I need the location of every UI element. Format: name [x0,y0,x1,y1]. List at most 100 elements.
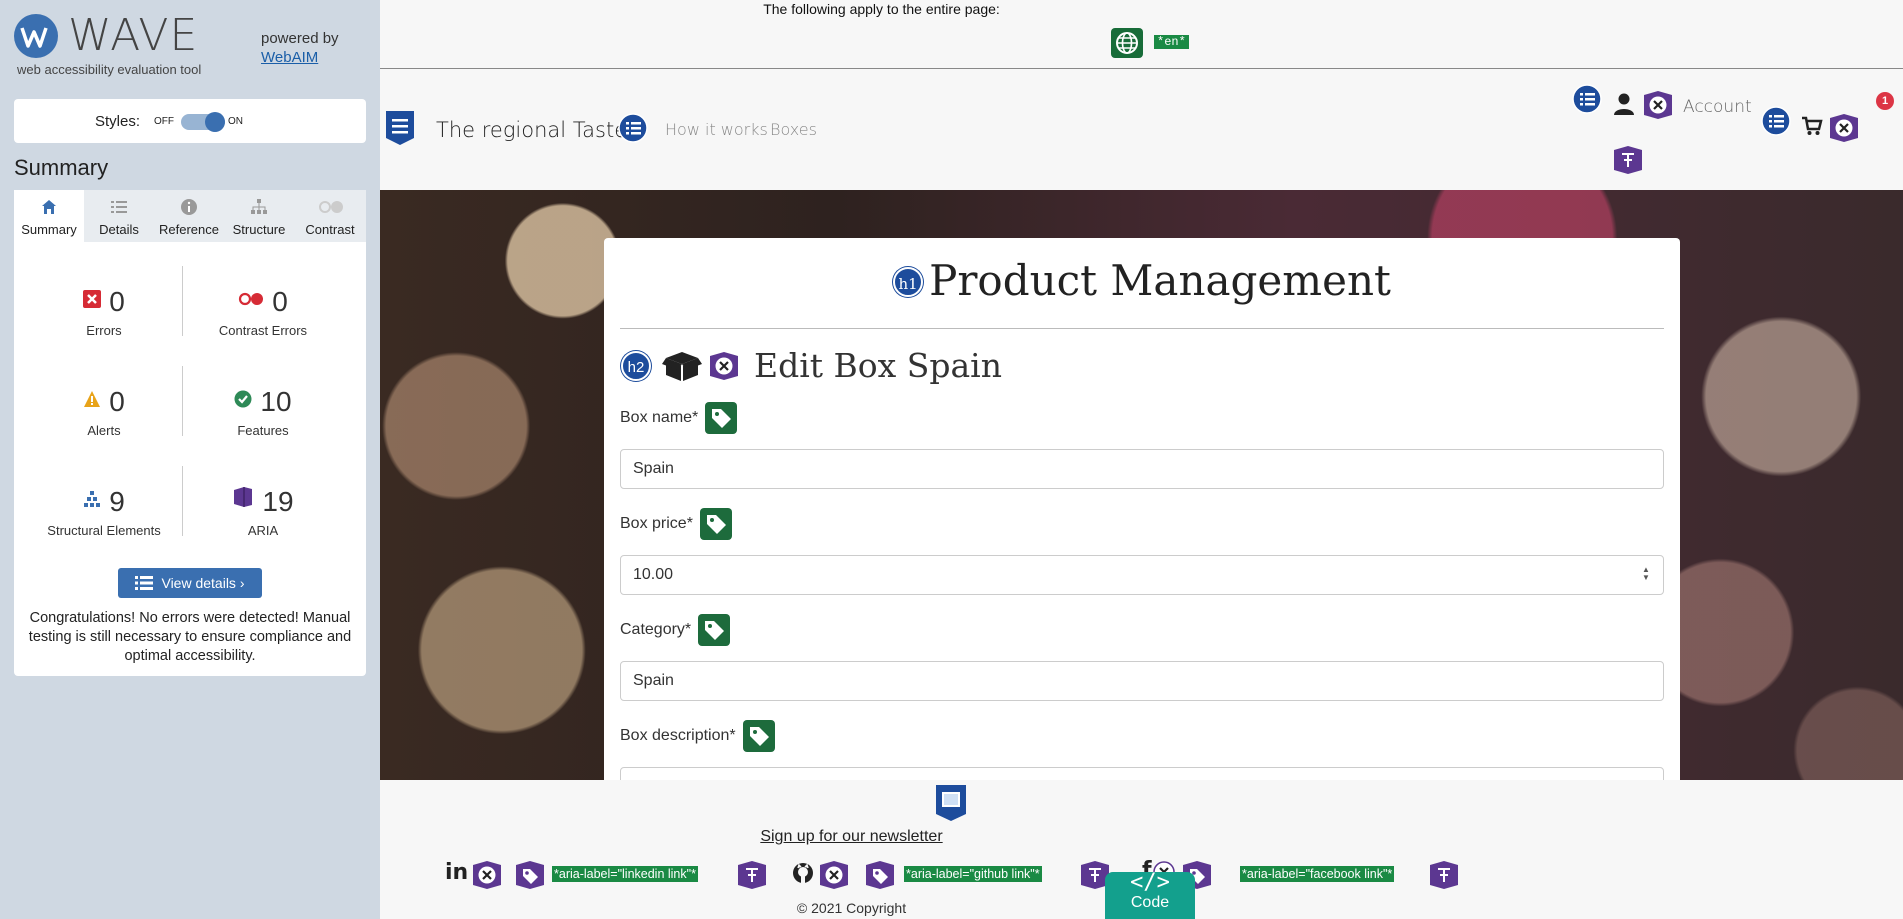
tab-contrast[interactable]: Contrast [294,190,366,242]
view-details-label: View details › [161,575,245,591]
tab-reference[interactable]: Reference [154,190,224,242]
powered-by-text: powered by [261,30,339,47]
stat-features[interactable]: 10 Features [188,384,338,438]
label-tag-icon[interactable] [698,614,730,646]
tab-summary[interactable]: Summary [14,190,84,242]
aria-hidden-icon[interactable] [1828,113,1860,143]
cart-count-badge: 1 [1876,92,1894,110]
h1-badge-icon[interactable]: h1 [893,267,924,297]
page-heading-text: Product Management [929,256,1391,305]
aria-tabindex-icon[interactable] [736,860,768,890]
structural-label: Structural Elements [47,523,161,538]
nav-list-icon[interactable] [618,113,648,143]
box-price-value: 10.00 [633,566,674,583]
page-content: The following apply to the entire page: … [380,0,1903,919]
congrats-message: Congratulations! No errors were detected… [28,610,352,664]
features-label: Features [237,423,289,438]
tab-structure-label: Structure [232,222,286,237]
aria-hidden-icon[interactable] [471,860,503,890]
tab-details[interactable]: Details [84,190,154,242]
summary-panel: Summary Details Reference Structure Cont… [14,190,366,676]
user-icon[interactable] [1613,92,1635,116]
box-name-input[interactable]: Spain [620,449,1664,489]
stat-errors[interactable]: 0 Errors [29,284,179,338]
github-icon[interactable] [792,862,814,884]
tab-structure[interactable]: Structure [224,190,294,242]
page-wide-text: The following apply to the entire page: [763,1,1000,17]
aria-label-tag: *aria-label="linkedin link"* [552,866,698,882]
box-name-label: Box name* [620,409,699,426]
aria-label: ARIA [247,523,279,538]
contrast-errors-count: 0 [272,286,288,317]
cart-icon[interactable] [1801,116,1823,136]
aria-hidden-icon[interactable] [1642,90,1674,120]
stat-structural-elements[interactable]: 9 Structural Elements [29,484,179,539]
tab-contrast-label: Contrast [305,222,355,237]
box-description-label: Box description* [620,727,736,744]
category-input[interactable]: Spain [620,661,1664,701]
aria-label-tag: *aria-label="github link"* [904,866,1042,882]
brand-name[interactable]: The regional Taste [436,118,627,142]
stat-contrast-errors[interactable]: 0 Contrast Errors [188,284,338,339]
list-icon [135,571,154,601]
number-spinner[interactable]: ▲ ▼ [1641,566,1651,584]
webaim-link[interactable]: WebAIM [261,48,339,67]
box-description-input[interactable] [620,767,1664,780]
box-price-input[interactable]: 10.00 ▲ ▼ [620,555,1664,595]
aria-label-icon[interactable] [864,860,896,890]
panel-tabs: Summary Details Reference Structure Cont… [14,190,366,242]
nav-how-it-works[interactable]: How it works [665,120,768,139]
nav-boxes[interactable]: Boxes [770,120,817,139]
stat-aria[interactable]: 19 ARIA [188,484,338,538]
stat-alerts[interactable]: 0 Alerts [29,384,179,438]
tab-details-label: Details [99,222,139,237]
aria-tabindex-icon[interactable] [1612,145,1644,175]
cart-list-icon[interactable] [1761,106,1791,136]
edit-box-heading: Edit Box Spain [754,346,1002,385]
newsletter-link[interactable]: Sign up for our newsletter [380,828,1323,846]
linkedin-icon[interactable]: in [445,860,468,885]
label-tag-icon[interactable] [743,720,775,752]
heading-divider [620,328,1664,329]
page-heading: h1 Product Management [604,256,1680,305]
product-management-card: h1 Product Management h2 Edit Box Spain B… [604,238,1680,780]
info-icon [180,198,198,216]
footer-form-icon[interactable] [934,784,968,822]
errors-label: Errors [86,323,122,338]
view-details-button[interactable]: View details › [118,568,262,598]
styles-toggle[interactable] [181,112,225,132]
toggle-knob [205,112,225,132]
powered-by: powered by WebAIM [261,29,339,67]
structure-icon [250,198,268,216]
aria-tabindex-icon[interactable] [1428,860,1460,890]
code-view-button[interactable]: </> Code [1105,872,1195,919]
hero-background: h1 Product Management h2 Edit Box Spain B… [380,190,1903,780]
stat-divider [182,266,183,336]
stat-divider [182,366,183,436]
language-globe-icon[interactable] [1111,28,1143,58]
styles-label: Styles: [95,113,141,130]
code-label: Code [1130,894,1170,911]
header-structure-icon[interactable] [384,110,416,146]
aria-hidden-icon[interactable] [708,351,740,381]
list-icon [110,198,128,216]
aria-hidden-icon[interactable] [818,860,850,890]
label-tag-icon[interactable] [705,402,737,434]
h2-badge-icon[interactable]: h2 [621,351,651,381]
styles-toggle-card: Styles: OFF ON [14,99,366,143]
category-label: Category* [620,621,692,638]
wave-sidebar: WAVE web accessibility evaluation tool p… [0,0,380,919]
wave-logo-icon [14,14,58,58]
contrast-error-icon [238,284,264,306]
aria-label-icon[interactable] [514,860,546,890]
alerts-label: Alerts [87,423,121,438]
label-tag-icon[interactable] [700,508,732,540]
account-list-icon[interactable] [1572,84,1602,114]
account-link[interactable]: Account [1683,97,1752,117]
wave-wordmark: WAVE [68,10,199,61]
box-icon [662,350,702,382]
tab-summary-label: Summary [21,222,77,237]
site-navbar: The regional Taste How it works Boxes Ac… [380,70,1903,190]
language-tag: *en* [1154,35,1189,49]
site-footer: Sign up for our newsletter in *aria-labe… [380,780,1903,919]
